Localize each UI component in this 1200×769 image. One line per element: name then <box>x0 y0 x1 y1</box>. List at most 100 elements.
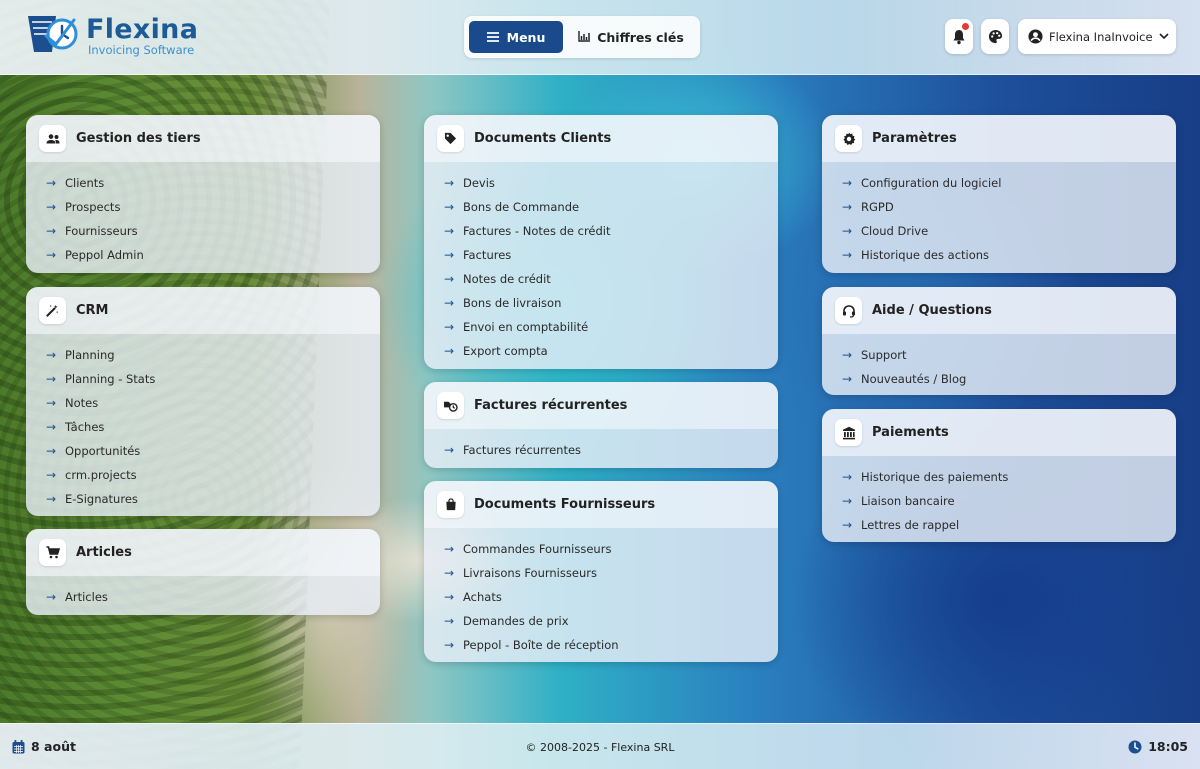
notifications-button[interactable] <box>945 19 973 54</box>
list-item[interactable]: → crm.projects <box>46 463 380 487</box>
list-item[interactable]: → Peppol - Boîte de réception <box>444 633 778 657</box>
card-title: Aide / Questions <box>872 303 992 318</box>
list-item[interactable]: → Devis <box>444 171 778 195</box>
list-item[interactable]: → RGPD <box>842 195 1176 219</box>
logo-mark-icon <box>28 16 78 52</box>
list-item[interactable]: → Planning <box>46 343 380 367</box>
bell-icon <box>953 29 965 44</box>
card-aide-questions: Aide / Questions → Support → Nouveautés / … <box>822 287 1176 395</box>
arrow-right-icon: → <box>444 296 455 310</box>
list-item[interactable]: → Notes <box>46 391 380 415</box>
arrow-right-icon: → <box>842 224 853 238</box>
list-item[interactable]: → Peppol Admin <box>46 243 380 267</box>
list-item[interactable]: → Export compta <box>444 339 778 363</box>
list-item[interactable]: → Historique des actions <box>842 243 1176 267</box>
arrow-right-icon: → <box>46 248 57 262</box>
list-item[interactable]: → Envoi en comptabilité <box>444 315 778 339</box>
list-item[interactable]: → Cloud Drive <box>842 219 1176 243</box>
hamburger-icon <box>486 30 499 45</box>
arrow-right-icon: → <box>842 494 853 508</box>
list-item[interactable]: → Tâches <box>46 415 380 439</box>
arrow-right-icon: → <box>46 492 57 506</box>
list-item[interactable]: → Configuration du logiciel <box>842 171 1176 195</box>
arrow-right-icon: → <box>842 372 853 386</box>
list-item-label: E-Signatures <box>65 492 138 506</box>
list-item[interactable]: → Historique des paiements <box>842 465 1176 489</box>
card-title: Paramètres <box>872 131 957 146</box>
chart-icon <box>578 30 591 45</box>
bottom-bar: 8 août © 2008-2025 - Flexina SRL 18:05 <box>0 723 1200 769</box>
arrow-right-icon: → <box>46 444 57 458</box>
list-item[interactable]: → Liaison bancaire <box>842 489 1176 513</box>
list-item-label: Articles <box>65 590 108 604</box>
list-item-label: Achats <box>463 590 502 604</box>
list-item[interactable]: → Planning - Stats <box>46 367 380 391</box>
card-header: Factures récurrentes <box>424 382 778 429</box>
theme-button[interactable] <box>981 19 1009 54</box>
list-item[interactable]: → Prospects <box>46 195 380 219</box>
card-paiements: Paiements → Historique des paiements → Lia… <box>822 409 1176 542</box>
list-item[interactable]: → Articles <box>46 585 380 609</box>
list-item-label: Fournisseurs <box>65 224 138 238</box>
list-item-label: Nouveautés / Blog <box>861 372 967 386</box>
list-item[interactable]: → Factures <box>444 243 778 267</box>
tab-menu-label: Menu <box>506 29 546 45</box>
arrow-right-icon: → <box>444 200 455 214</box>
list-item[interactable]: → Clients <box>46 171 380 195</box>
list-item-label: Prospects <box>65 200 121 214</box>
list-item-label: Support <box>861 348 907 362</box>
list-item-label: Liaison bancaire <box>861 494 955 508</box>
arrow-right-icon: → <box>46 348 57 362</box>
list-item[interactable]: → Support <box>842 343 1176 367</box>
list-item-label: Peppol Admin <box>65 248 144 262</box>
view-switcher: Menu Chiffres clés <box>464 16 700 58</box>
user-name: Flexina InaInvoices - <box>1049 29 1153 44</box>
card-title: Paiements <box>872 425 949 440</box>
list-item[interactable]: → Notes de crédit <box>444 267 778 291</box>
shopping-bag-icon <box>437 491 464 518</box>
tab-menu[interactable]: Menu <box>469 21 563 53</box>
card-header: Documents Fournisseurs <box>424 481 778 528</box>
list-item[interactable]: → Bons de Commande <box>444 195 778 219</box>
logo[interactable]: Flexina Invoicing Software <box>26 12 198 58</box>
cart-icon <box>39 539 66 566</box>
arrow-right-icon: → <box>46 176 57 190</box>
arrow-right-icon: → <box>444 272 455 286</box>
arrow-right-icon: → <box>46 224 57 238</box>
tab-key-figures[interactable]: Chiffres clés <box>568 21 694 53</box>
list-item[interactable]: → Opportunités <box>46 439 380 463</box>
card-factures-recurrentes: Factures récurrentes → Factures récurrent… <box>424 382 778 468</box>
list-item[interactable]: → Lettres de rappel <box>842 513 1176 537</box>
arrow-right-icon: → <box>842 248 853 262</box>
gear-icon <box>835 125 862 152</box>
list-item[interactable]: → Bons de livraison <box>444 291 778 315</box>
list-item-label: Historique des paiements <box>861 470 1009 484</box>
card-header: Paramètres <box>822 115 1176 162</box>
arrow-right-icon: → <box>46 590 57 604</box>
list-item-label: crm.projects <box>65 468 137 482</box>
list-item[interactable]: → E-Signatures <box>46 487 380 511</box>
list-item-label: Configuration du logiciel <box>861 176 1002 190</box>
list-item[interactable]: → Fournisseurs <box>46 219 380 243</box>
arrow-right-icon: → <box>842 176 853 190</box>
card-title: Documents Fournisseurs <box>474 497 656 512</box>
palette-icon <box>988 29 1002 44</box>
card-title: Gestion des tiers <box>76 131 201 146</box>
list-item[interactable]: → Commandes Fournisseurs <box>444 537 778 561</box>
arrow-right-icon: → <box>444 614 455 628</box>
list-item-label: Peppol - Boîte de réception <box>463 638 619 652</box>
list-item-label: Lettres de rappel <box>861 518 960 532</box>
user-avatar-icon <box>1028 29 1043 44</box>
card-header: Gestion des tiers <box>26 115 380 162</box>
arrow-right-icon: → <box>444 590 455 604</box>
list-item[interactable]: → Demandes de prix <box>444 609 778 633</box>
list-item[interactable]: → Factures récurrentes <box>444 438 778 462</box>
list-item[interactable]: → Livraisons Fournisseurs <box>444 561 778 585</box>
list-item[interactable]: → Achats <box>444 585 778 609</box>
arrow-right-icon: → <box>444 320 455 334</box>
list-item-label: Factures <box>463 248 512 262</box>
list-item[interactable]: → Factures - Notes de crédit <box>444 219 778 243</box>
card-documents-clients: Documents Clients → Devis → Bons de Comman… <box>424 115 778 369</box>
list-item[interactable]: → Nouveautés / Blog <box>842 367 1176 391</box>
user-menu-button[interactable]: Flexina InaInvoices - <box>1018 19 1176 54</box>
